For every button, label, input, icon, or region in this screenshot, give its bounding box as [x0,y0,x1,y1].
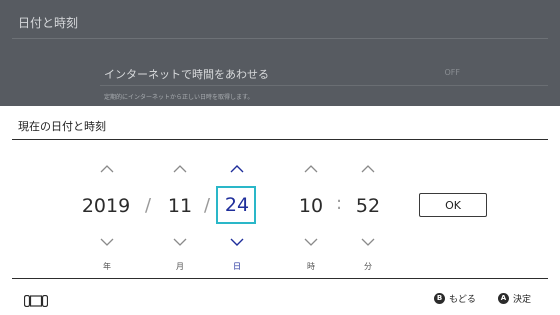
footer-divider [12,278,548,279]
console-icon [23,292,49,308]
time-separator: : [336,193,343,214]
ok-button[interactable]: OK [419,193,487,217]
year-value[interactable]: 2019 [76,194,136,218]
month-up-chevron-icon[interactable] [173,164,187,173]
date-separator-2: / [204,195,211,216]
year-down-chevron-icon[interactable] [100,238,114,247]
date-separator-1: / [145,195,152,216]
back-button[interactable]: B もどる [434,292,476,305]
internet-time-setting-description: 定期的にインターネットから正しい日時を取得します。 [104,94,254,101]
confirm-button[interactable]: A 決定 [498,292,531,305]
day-down-chevron-icon[interactable] [230,238,244,247]
hour-unit-label: 時 [307,262,315,271]
hour-value[interactable]: 10 [291,194,331,218]
month-down-chevron-icon[interactable] [173,238,187,247]
back-label: もどる [449,295,476,305]
hour-up-chevron-icon[interactable] [304,164,318,173]
minute-up-chevron-icon[interactable] [361,164,375,173]
background-settings-screen: 日付と時刻 インターネットで時間をあわせる OFF 定期的にインターネットから正… [0,0,560,106]
month-unit-label: 月 [176,262,184,271]
minute-down-chevron-icon[interactable] [361,238,375,247]
day-up-chevron-icon[interactable] [230,164,244,173]
day-value[interactable]: 24 [216,193,258,217]
day-unit-label: 日 [233,262,241,271]
dialog-title-divider [12,139,548,140]
a-button-icon: A [498,293,509,304]
background-page-title: 日付と時刻 [18,16,79,30]
minute-value[interactable]: 52 [348,194,388,218]
confirm-label: 決定 [513,295,532,305]
hour-down-chevron-icon[interactable] [304,238,318,247]
internet-time-setting-label: インターネットで時間をあわせる [104,68,269,81]
internet-time-setting-value: OFF [444,68,461,77]
date-time-dialog: 現在の日付と時刻 2019 年 / 11 月 / 24 日 10 時 : 52 [0,106,560,315]
dialog-title: 現在の日付と時刻 [18,120,106,133]
year-unit-label: 年 [103,262,111,271]
month-value[interactable]: 11 [160,194,200,218]
year-up-chevron-icon[interactable] [100,164,114,173]
b-button-icon: B [434,293,445,304]
background-divider [12,38,548,39]
background-setting-divider [100,85,548,86]
minute-unit-label: 分 [364,262,372,271]
